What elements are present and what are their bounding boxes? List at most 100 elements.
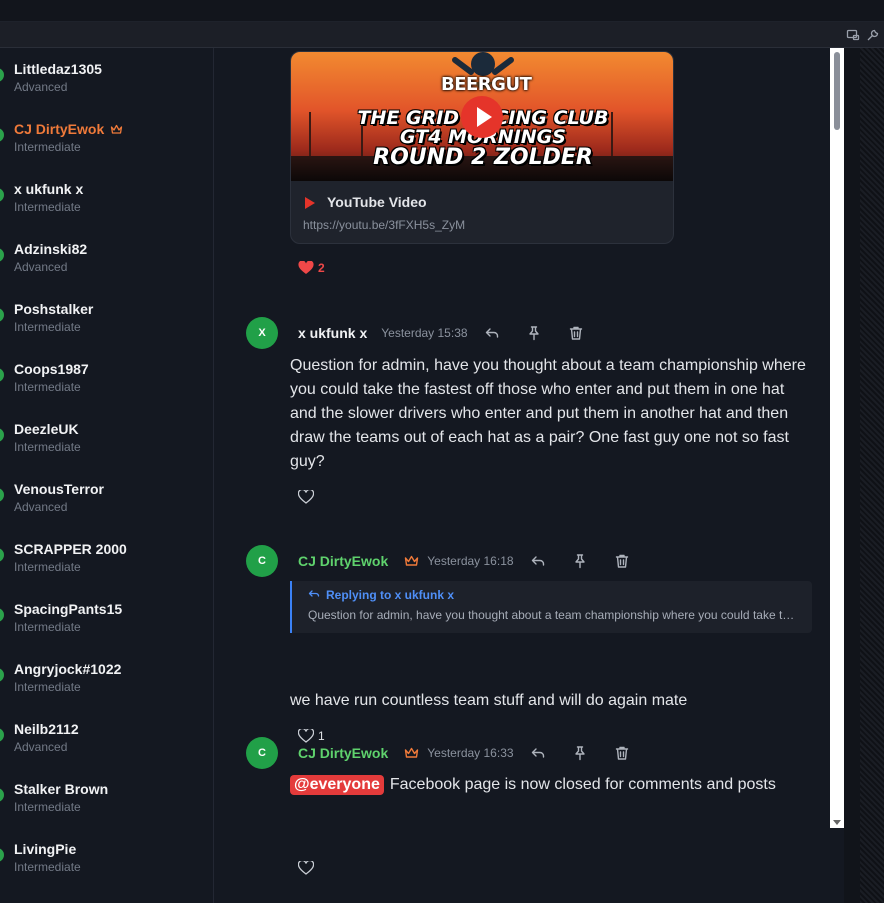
message-text: @everyone Facebook page is now closed for…	[290, 773, 820, 797]
mention-badge[interactable]: @everyone	[290, 775, 384, 795]
message-text-content: Facebook page is now closed for comments…	[389, 776, 776, 793]
message-author[interactable]: CJ DirtyEwok	[298, 553, 388, 569]
member-item[interactable]: Littledaz1305 Advanced	[0, 48, 213, 108]
reply-icon[interactable]	[530, 553, 546, 569]
reply-label: Replying to x ukfunk x	[308, 588, 454, 602]
online-indicator	[0, 68, 4, 82]
member-item[interactable]: SCRAPPER 2000 Intermediate	[0, 528, 213, 588]
member-item[interactable]: VenousTerror Advanced	[0, 468, 213, 528]
embed-title: YouTube Video	[327, 194, 427, 210]
member-item[interactable]: SpacingPants15 Intermediate	[0, 588, 213, 648]
online-indicator	[0, 668, 4, 682]
member-role: Advanced	[14, 80, 68, 94]
scroll-down-arrow-icon[interactable]	[833, 820, 841, 825]
member-role: Intermediate	[14, 200, 81, 214]
chat-messages: BEERGUT THE GRID RACING CLUB GT4 MORNING…	[214, 48, 830, 903]
online-indicator	[0, 368, 4, 382]
member-name: SCRAPPER 2000	[14, 541, 127, 557]
online-indicator	[0, 728, 4, 742]
wrench-icon[interactable]	[866, 28, 880, 42]
reply-icon[interactable]	[530, 745, 546, 761]
member-role: Intermediate	[14, 320, 81, 334]
panel-edge	[860, 48, 884, 903]
pin-icon[interactable]	[526, 325, 542, 341]
member-role: Intermediate	[14, 560, 81, 574]
online-indicator	[0, 308, 4, 322]
member-name: LivingPie	[14, 841, 77, 857]
embed-url[interactable]: https://youtu.be/3fFXH5s_ZyM	[303, 218, 465, 232]
reaction-count: 2	[318, 261, 325, 275]
message-author[interactable]: x ukfunk x	[298, 325, 367, 341]
heart-icon	[298, 261, 314, 274]
video-thumbnail[interactable]: BEERGUT THE GRID RACING CLUB GT4 MORNING…	[291, 52, 673, 181]
online-indicator	[0, 848, 4, 862]
member-name: VenousTerror	[14, 481, 104, 497]
member-role: Intermediate	[14, 860, 81, 874]
scrollbar-thumb[interactable]	[834, 52, 840, 130]
play-icon[interactable]	[461, 96, 503, 138]
member-name: Adzinski82	[14, 241, 88, 257]
member-name: Poshstalker	[14, 301, 94, 317]
trash-icon[interactable]	[614, 745, 630, 761]
message-text: we have run countless team stuff and wil…	[290, 692, 688, 709]
online-indicator	[0, 128, 4, 142]
chat-message: C CJ DirtyEwok Yesterday 16:33 @everyone…	[214, 728, 830, 875]
add-reaction-button[interactable]	[298, 858, 314, 878]
member-name: DeezleUK	[14, 421, 79, 437]
youtube-play-icon	[305, 197, 315, 209]
screen-share-icon[interactable]	[846, 28, 860, 42]
message-author[interactable]: CJ DirtyEwok	[298, 745, 388, 761]
chat-message: C CJ DirtyEwok Yesterday 16:18 Replying …	[214, 536, 830, 743]
member-item[interactable]: Poshstalker Intermediate	[0, 288, 213, 348]
avatar[interactable]: C	[246, 737, 278, 769]
member-list: Littledaz1305 Advanced CJ DirtyEwok Interm…	[0, 48, 214, 903]
member-item[interactable]: Adzinski82 Advanced	[0, 228, 213, 288]
member-item[interactable]: x ukfunk x Intermediate	[0, 168, 213, 228]
member-item[interactable]: Stalker Brown Intermediate	[0, 768, 213, 828]
trash-icon[interactable]	[568, 325, 584, 341]
heart-icon	[298, 861, 314, 875]
online-indicator	[0, 248, 4, 262]
member-role: Advanced	[14, 740, 68, 754]
avatar[interactable]: X	[246, 317, 278, 349]
reply-preview[interactable]: Replying to x ukfunk x Question for admi…	[290, 581, 812, 633]
pin-icon[interactable]	[572, 553, 588, 569]
chat-scrollbar[interactable]	[830, 48, 844, 828]
crown-icon	[111, 124, 123, 134]
member-item[interactable]: DeezleUK Intermediate	[0, 408, 213, 468]
online-indicator	[0, 548, 4, 562]
member-role: Intermediate	[14, 440, 81, 454]
message-timestamp: Yesterday 15:38	[381, 326, 468, 340]
heart-reaction[interactable]: 2	[298, 258, 325, 278]
pin-icon[interactable]	[572, 745, 588, 761]
member-name: Neilb2112	[14, 721, 79, 737]
right-panel	[844, 48, 884, 903]
member-item[interactable]: Angryjock#1022 Intermediate	[0, 648, 213, 708]
crown-icon	[405, 747, 419, 758]
member-item[interactable]: Coops1987 Intermediate	[0, 348, 213, 408]
member-role: Intermediate	[14, 800, 81, 814]
message-header: CJ DirtyEwok Yesterday 16:33	[298, 743, 630, 763]
trash-icon[interactable]	[614, 553, 630, 569]
reply-arrow-icon	[308, 590, 320, 597]
member-item[interactable]: LivingPie Intermediate	[0, 828, 213, 888]
reply-icon[interactable]	[484, 325, 500, 341]
member-name: Coops1987	[14, 361, 89, 377]
member-role: Advanced	[14, 500, 68, 514]
message-timestamp: Yesterday 16:33	[427, 746, 514, 760]
online-indicator	[0, 788, 4, 802]
avatar[interactable]: C	[246, 545, 278, 577]
online-indicator	[0, 188, 4, 202]
logo-text: BEERGUT	[441, 74, 532, 95]
member-name: SpacingPants15	[14, 601, 123, 617]
message-text: Question for admin, have you thought abo…	[290, 357, 806, 470]
chat-message: X x ukfunk x Yesterday 15:38 Question fo…	[214, 308, 830, 518]
member-item[interactable]: Neilb2112 Advanced	[0, 708, 213, 768]
add-reaction-button[interactable]	[298, 487, 314, 507]
member-role: Intermediate	[14, 380, 81, 394]
member-name: Littledaz1305	[14, 61, 102, 77]
message-header: CJ DirtyEwok Yesterday 16:18	[298, 551, 630, 571]
youtube-embed[interactable]: BEERGUT THE GRID RACING CLUB GT4 MORNING…	[290, 51, 674, 244]
top-toolbar	[0, 22, 884, 48]
member-item[interactable]: CJ DirtyEwok Intermediate	[0, 108, 213, 168]
